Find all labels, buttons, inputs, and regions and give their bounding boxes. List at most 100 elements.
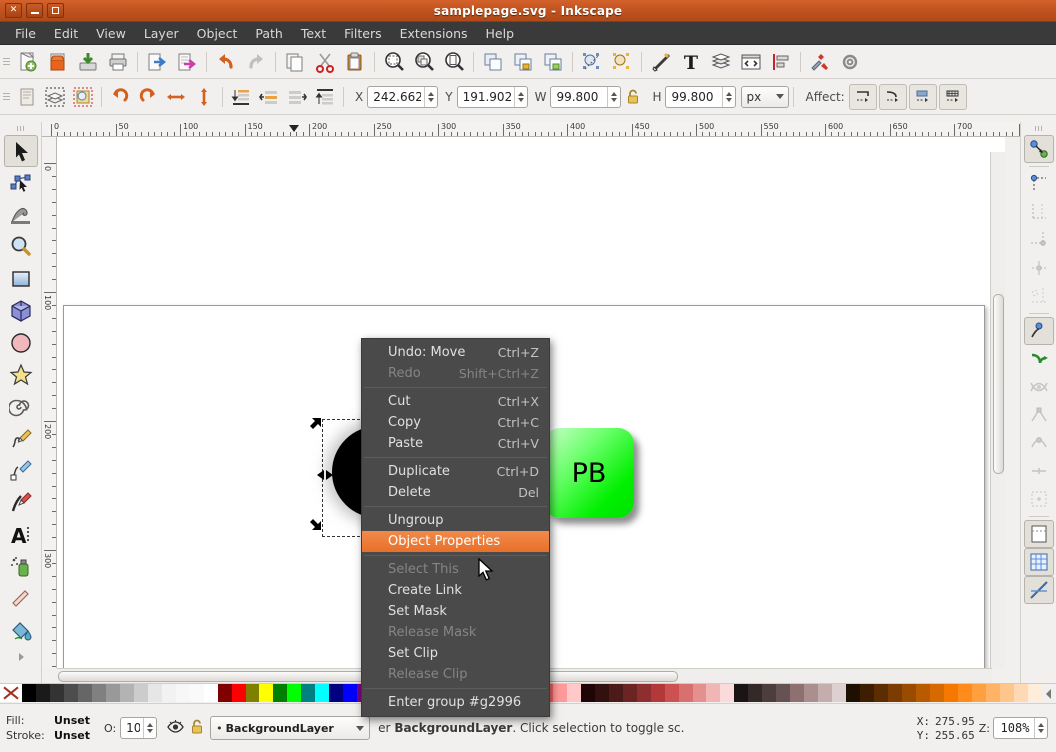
flip-vertical-button[interactable] bbox=[190, 84, 218, 110]
redo-button[interactable] bbox=[241, 48, 271, 76]
menu-file[interactable]: File bbox=[6, 23, 45, 44]
paste-button[interactable] bbox=[340, 48, 370, 76]
menu-filters[interactable]: Filters bbox=[335, 23, 390, 44]
maximize-button[interactable] bbox=[47, 3, 64, 18]
context-menu-item[interactable]: Enter group #g2996 bbox=[362, 692, 549, 713]
zoom-page-button[interactable] bbox=[439, 48, 469, 76]
rotate-cw-button[interactable] bbox=[134, 84, 162, 110]
undo-button[interactable] bbox=[211, 48, 241, 76]
import-button[interactable] bbox=[142, 48, 172, 76]
snap-nodes-button[interactable] bbox=[1023, 317, 1054, 345]
snap-path-button[interactable] bbox=[1024, 345, 1054, 373]
palette-swatch[interactable] bbox=[301, 684, 316, 702]
menu-edit[interactable]: Edit bbox=[45, 23, 87, 44]
palette-swatch[interactable] bbox=[175, 684, 190, 702]
palette-swatch[interactable] bbox=[147, 684, 162, 702]
spiral-tool[interactable] bbox=[4, 391, 38, 423]
palette-swatch[interactable] bbox=[77, 684, 92, 702]
x-input[interactable] bbox=[368, 86, 425, 107]
zoom-drawing-button[interactable] bbox=[409, 48, 439, 76]
palette-swatch[interactable] bbox=[860, 684, 875, 702]
palette-swatch[interactable] bbox=[133, 684, 148, 702]
palette-swatch[interactable] bbox=[343, 684, 358, 702]
export-button[interactable] bbox=[172, 48, 202, 76]
palette-swatch[interactable] bbox=[776, 684, 791, 702]
palette-swatch[interactable] bbox=[748, 684, 763, 702]
context-menu-item[interactable]: Undo: Move Ctrl+Z bbox=[362, 342, 549, 363]
y-stepper[interactable] bbox=[513, 86, 527, 107]
canvas-vertical-scrollbar[interactable] bbox=[990, 152, 1005, 668]
menu-view[interactable]: View bbox=[87, 23, 135, 44]
palette-swatch[interactable] bbox=[63, 684, 78, 702]
menu-path[interactable]: Path bbox=[246, 23, 291, 44]
preferences-button[interactable] bbox=[805, 48, 835, 76]
editor-pen-button[interactable] bbox=[646, 48, 676, 76]
xml-editor-button[interactable] bbox=[736, 48, 766, 76]
palette-swatch[interactable] bbox=[161, 684, 176, 702]
menu-help[interactable]: Help bbox=[477, 23, 524, 44]
pencil-tool[interactable] bbox=[4, 423, 38, 455]
paint-bucket-tool[interactable] bbox=[4, 615, 38, 647]
duplicate-button[interactable] bbox=[478, 48, 508, 76]
opacity-control[interactable]: O: bbox=[104, 717, 158, 739]
layers-dialog-button[interactable] bbox=[706, 48, 736, 76]
affect-stroke-width-button[interactable] bbox=[848, 83, 877, 110]
minimize-button[interactable] bbox=[26, 3, 43, 18]
palette-swatch[interactable] bbox=[287, 684, 302, 702]
menu-text[interactable]: Text bbox=[292, 23, 335, 44]
no-color-swatch[interactable] bbox=[0, 684, 22, 702]
context-menu-item[interactable]: Ungroup bbox=[362, 510, 549, 531]
context-menu[interactable]: Undo: Move Ctrl+Z Redo Shift+Ctrl+Z Cut Ctrl+… bbox=[361, 338, 550, 717]
y-coordinate-field[interactable] bbox=[456, 85, 528, 108]
snap-midpoint-button[interactable] bbox=[1024, 457, 1054, 485]
context-menu-item[interactable]: Set Clip bbox=[362, 643, 549, 664]
x-coordinate-field[interactable] bbox=[367, 85, 439, 108]
palette-swatch[interactable] bbox=[119, 684, 134, 702]
layer-selector[interactable]: • BackgroundLayer bbox=[210, 716, 371, 740]
palette-swatch[interactable] bbox=[594, 684, 609, 702]
snap-enable-button[interactable] bbox=[1023, 135, 1054, 163]
flip-horizontal-button[interactable] bbox=[162, 84, 190, 110]
height-stepper[interactable] bbox=[722, 86, 735, 107]
toolbar-grip[interactable] bbox=[3, 87, 10, 107]
rectangle-tool[interactable] bbox=[4, 263, 38, 295]
opacity-input[interactable] bbox=[121, 718, 144, 738]
palette-scroll-arrow[interactable] bbox=[1042, 684, 1056, 703]
context-menu-item[interactable]: Create Link bbox=[362, 580, 549, 601]
green-rounded-square-object[interactable]: PB bbox=[544, 428, 634, 518]
palette-swatch[interactable] bbox=[692, 684, 707, 702]
lower-button[interactable] bbox=[255, 84, 283, 110]
palette-swatch[interactable] bbox=[720, 684, 735, 702]
palette-swatch[interactable] bbox=[273, 684, 288, 702]
palette-swatch[interactable] bbox=[929, 684, 944, 702]
snap-bounding-box-button[interactable] bbox=[1024, 170, 1054, 198]
y-input[interactable] bbox=[457, 86, 514, 107]
palette-swatch[interactable] bbox=[706, 684, 721, 702]
context-menu-item[interactable]: Set Mask bbox=[362, 601, 549, 622]
palette-swatch[interactable] bbox=[818, 684, 833, 702]
palette-swatch[interactable] bbox=[902, 684, 916, 702]
select-all-in-layers-button[interactable] bbox=[41, 84, 69, 110]
align-dialog-button[interactable] bbox=[766, 48, 796, 76]
palette-swatch[interactable] bbox=[91, 684, 106, 702]
palette-swatch[interactable] bbox=[329, 684, 344, 702]
snap-bbox-edge-midpoint-button[interactable] bbox=[1024, 254, 1054, 282]
deselect-button[interactable] bbox=[69, 84, 97, 110]
width-input[interactable] bbox=[551, 86, 608, 107]
affect-patterns-button[interactable] bbox=[938, 83, 967, 110]
palette-swatch[interactable] bbox=[943, 684, 958, 702]
node-tool[interactable] bbox=[4, 167, 38, 199]
snap-bbox-edge-button[interactable] bbox=[1024, 198, 1054, 226]
print-button[interactable] bbox=[103, 48, 133, 76]
width-stepper[interactable] bbox=[607, 86, 620, 107]
palette-swatch[interactable] bbox=[790, 684, 805, 702]
eraser-tool[interactable] bbox=[4, 583, 38, 615]
select-all-button[interactable] bbox=[13, 84, 41, 110]
star-tool[interactable] bbox=[4, 359, 38, 391]
palette-swatch[interactable] bbox=[874, 684, 889, 702]
palette-swatch[interactable] bbox=[985, 684, 1000, 702]
snap-path-intersection-button[interactable] bbox=[1024, 373, 1054, 401]
snap-grid-button[interactable] bbox=[1023, 548, 1054, 576]
opacity-field[interactable] bbox=[120, 717, 158, 739]
palette-swatch[interactable] bbox=[846, 684, 861, 702]
